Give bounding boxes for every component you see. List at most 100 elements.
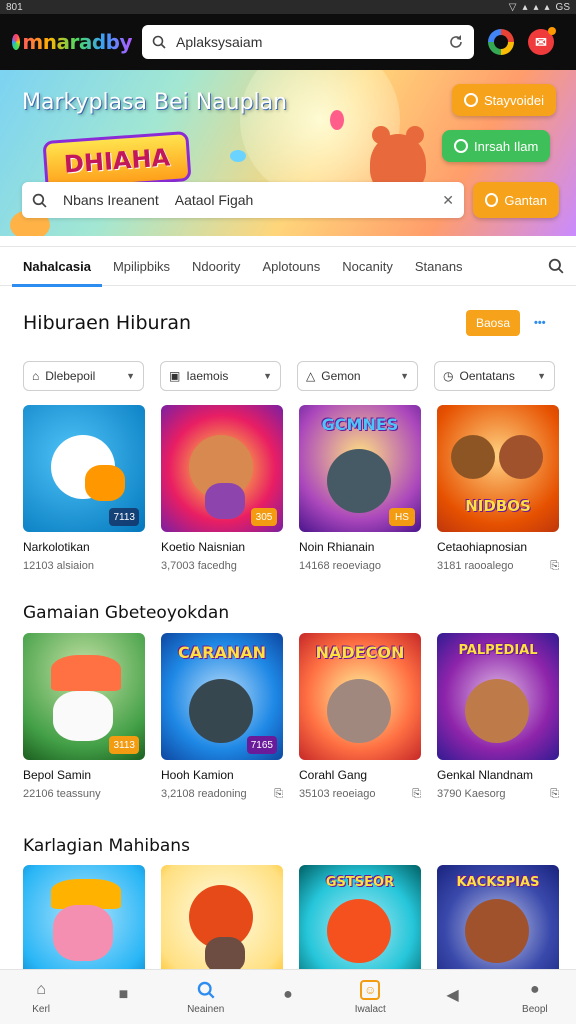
filter-label: Oentatans bbox=[459, 369, 515, 383]
game-grid-2: 3113 Bepol Samin 22106 teassuny CARANAN … bbox=[23, 633, 559, 801]
bottom-navigation: ⌂ Kerl ■ Neainen ● ☺ Iwalact ◀ ● Beopl bbox=[0, 969, 576, 1024]
top-search-input[interactable]: Aplaksysaiam bbox=[176, 34, 438, 50]
tab-0[interactable]: Nahalcasia bbox=[12, 246, 102, 287]
game-thumbnail[interactable]: NIDBOS bbox=[437, 405, 559, 532]
chevron-down-icon: ▼ bbox=[537, 371, 546, 381]
game-tag: 7113 bbox=[109, 508, 139, 526]
google-icon[interactable] bbox=[488, 29, 514, 55]
filter-label: Iaemois bbox=[186, 369, 229, 383]
logo-mark-icon bbox=[12, 34, 21, 50]
game-card[interactable]: 305 Koetio Naisnian 3,7003 facedhg bbox=[161, 405, 283, 573]
filter-dropdown-4[interactable]: ◷ Oentatans ▼ bbox=[434, 361, 555, 391]
hero-green-button[interactable]: Inrsah Ilam bbox=[442, 130, 551, 162]
game-thumbnail[interactable]: 3113 bbox=[23, 633, 145, 760]
candy-shape bbox=[330, 110, 344, 130]
filter-label: Dlebepoil bbox=[45, 369, 96, 383]
nav-item-chat[interactable]: ● bbox=[253, 985, 323, 1009]
hero-green-button-label: Inrsah Ilam bbox=[474, 138, 539, 154]
game-meta: 35103 reoeiago bbox=[299, 788, 376, 800]
game-meta: 22106 teassuny bbox=[23, 788, 101, 800]
chevron-down-icon: ▼ bbox=[263, 371, 272, 381]
nav-item-profile[interactable]: ● Beopl bbox=[500, 980, 570, 1015]
tab-2[interactable]: Ndoority bbox=[181, 246, 251, 286]
notification-icon[interactable]: ✉ bbox=[528, 27, 556, 55]
game-thumbnail[interactable]: PALPEDIAL bbox=[437, 633, 559, 760]
game-art-title: NIDBOS bbox=[465, 497, 531, 515]
nav-label: Kerl bbox=[32, 1003, 51, 1015]
profile-icon: ● bbox=[529, 980, 540, 998]
more-icon[interactable]: ••• bbox=[534, 317, 546, 329]
filter-dropdown-2[interactable]: ▣ Iaemois ▼ bbox=[160, 361, 281, 391]
game-card[interactable]: NIDBOS Cetaohiapnosian 3181 raooalego ⎘ bbox=[437, 405, 559, 573]
chat-icon: ● bbox=[283, 986, 293, 1003]
filter-dropdown-3[interactable]: △ Gemon ▼ bbox=[297, 361, 418, 391]
network-label: GS bbox=[555, 1, 570, 13]
game-card[interactable]: NADECON Corahl Gang 35103 reoeiago ⎘ bbox=[299, 633, 421, 801]
game-name: Noin Rhianain bbox=[299, 540, 375, 554]
game-thumbnail[interactable]: 305 bbox=[161, 405, 283, 532]
game-card[interactable]: 7113 Narkolotikan 12103 alsiaion bbox=[23, 405, 145, 573]
signal-icon: ▴ bbox=[533, 1, 539, 13]
game-thumbnail[interactable]: 7113 bbox=[23, 405, 145, 532]
store-icon: ☺ bbox=[360, 979, 381, 1000]
game-name: Narkolotikan bbox=[23, 540, 90, 554]
status-time: 801 bbox=[6, 1, 23, 13]
back-icon: ◀ bbox=[446, 987, 459, 1004]
hero-search-left[interactable]: Nbans Ireanent bbox=[63, 192, 159, 208]
filter-dropdown-1[interactable]: ⌂ Dlebepoil ▼ bbox=[23, 361, 144, 391]
hero-orange-button[interactable]: Stayvoidei bbox=[452, 84, 556, 116]
game-meta: 3181 raooalego bbox=[437, 560, 514, 572]
play-icon bbox=[454, 139, 468, 153]
nav-item-home[interactable]: ⌂ Kerl bbox=[6, 980, 76, 1015]
game-name: Genkal Nlandnam bbox=[437, 768, 534, 782]
game-card[interactable]: CARANAN 7165 Hooh Kamion 3,2108 readonin… bbox=[161, 633, 283, 801]
category-tabs: Nahalcasia Mpilipbiks Ndoority Aplotouns… bbox=[0, 246, 576, 287]
tab-5[interactable]: Stanans bbox=[404, 246, 474, 286]
app-logo[interactable]: mnaradby bbox=[12, 30, 132, 54]
game-grid-1: 7113 Narkolotikan 12103 alsiaion 305 Koe… bbox=[23, 405, 559, 573]
nav-label: Beopl bbox=[522, 1003, 548, 1015]
game-meta: 3,7003 facedhg bbox=[161, 560, 237, 572]
hero-banner: Markyplasa Bei Nauplan DHIAHA Stayvoidei… bbox=[0, 70, 576, 236]
nav-item-search[interactable]: Neainen bbox=[171, 980, 241, 1015]
candy-shape bbox=[230, 150, 246, 162]
game-card[interactable]: 3113 Bepol Samin 22106 teassuny bbox=[23, 633, 145, 801]
game-art-title: GCMNES bbox=[321, 415, 399, 434]
nav-item-store[interactable]: ☺ Iwalact bbox=[335, 979, 405, 1015]
game-thumbnail[interactable]: NADECON bbox=[299, 633, 421, 760]
game-card[interactable]: GCMNES HS Noin Rhianain 14168 reoeviago bbox=[299, 405, 421, 573]
status-bar: 801 ▽ ▴ ▴ ▴ GS bbox=[0, 0, 576, 14]
see-all-button[interactable]: Baosa bbox=[466, 310, 520, 336]
gamepad-icon: △ bbox=[306, 369, 316, 383]
nav-label: Neainen bbox=[187, 1003, 225, 1015]
refresh-icon[interactable] bbox=[448, 34, 464, 50]
tab-1[interactable]: Mpilipbiks bbox=[102, 246, 181, 286]
section-title-1: Hiburaen Hiburan bbox=[23, 312, 192, 334]
hero-search-bar[interactable]: Nbans Ireanent Aataol Figah ✕ bbox=[22, 182, 464, 218]
search-icon[interactable] bbox=[548, 258, 564, 274]
game-name: Cetaohiapnosian bbox=[437, 540, 528, 554]
nav-item-back[interactable]: ◀ bbox=[418, 985, 488, 1009]
hero-search-button[interactable]: Gantan bbox=[473, 182, 559, 218]
nav-label: Iwalact bbox=[354, 1003, 386, 1015]
home-icon: ⌂ bbox=[32, 369, 40, 383]
tab-3[interactable]: Aplotouns bbox=[251, 246, 331, 286]
clock-icon bbox=[485, 193, 499, 207]
clear-icon[interactable]: ✕ bbox=[442, 192, 454, 209]
game-thumbnail[interactable]: GCMNES HS bbox=[299, 405, 421, 532]
game-art-title: PALPEDIAL bbox=[458, 643, 538, 658]
clock-icon: ◷ bbox=[443, 369, 454, 383]
search-icon bbox=[32, 193, 47, 208]
game-thumbnail[interactable]: CARANAN 7165 bbox=[161, 633, 283, 760]
nav-item-grid[interactable]: ■ bbox=[88, 985, 158, 1009]
clock-icon bbox=[464, 93, 478, 107]
hero-search-button-label: Gantan bbox=[504, 192, 547, 208]
hero-search-right[interactable]: Aataol Figah bbox=[175, 192, 254, 208]
game-name: Bepol Samin bbox=[23, 768, 92, 782]
game-card[interactable]: PALPEDIAL Genkal Nlandnam 3790 Kaesorg ⎘ bbox=[437, 633, 559, 801]
top-search-bar[interactable]: Aplaksysaiam bbox=[142, 25, 474, 59]
notification-dot bbox=[548, 27, 556, 35]
tab-4[interactable]: Nocanity bbox=[331, 246, 404, 286]
signal-icon: ▴ bbox=[522, 1, 528, 13]
game-name: Koetio Naisnian bbox=[161, 540, 246, 554]
